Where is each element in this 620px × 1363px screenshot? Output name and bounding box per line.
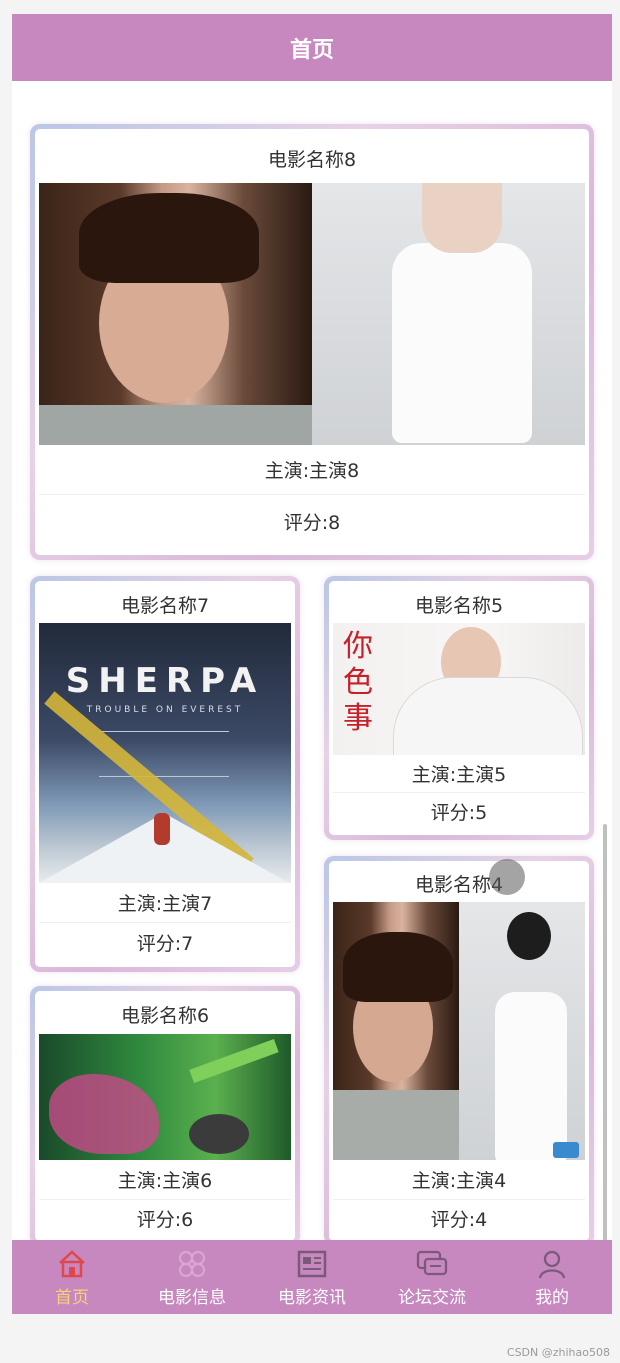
movie-rating: 评分:8 bbox=[283, 511, 341, 534]
tab-home[interactable]: 首页 bbox=[12, 1240, 132, 1314]
page-title: 首页 bbox=[289, 37, 334, 63]
poster-title: SHERPA bbox=[65, 661, 265, 701]
poster-vehicle bbox=[189, 1114, 249, 1155]
tab-movie-info[interactable]: 电影信息 bbox=[132, 1240, 252, 1314]
dress-shape bbox=[495, 992, 567, 1161]
movie-rating: 评分:7 bbox=[136, 932, 194, 955]
movie-title: 电影名称5 bbox=[414, 594, 504, 617]
movie-actor: 主演:主演4 bbox=[333, 1160, 585, 1200]
scarf-shape bbox=[39, 405, 312, 445]
bottom-tab-bar: 首页 电影信息 电影资讯 论坛交流 我的 bbox=[12, 1240, 612, 1314]
poster-calligraphy: 你 色 事 bbox=[343, 629, 373, 736]
watermark: CSDN @zhihao508 bbox=[506, 1346, 610, 1359]
movie-title: 电影名称7 bbox=[120, 594, 210, 617]
movie-title: 电影名称6 bbox=[120, 1005, 210, 1028]
movie-actor: 主演:主演5 bbox=[333, 755, 585, 793]
featured-movie-card[interactable]: 电影名称8 主演:主演8 评分:8 bbox=[30, 124, 594, 560]
movie-poster[interactable] bbox=[333, 902, 585, 1161]
movie-poster[interactable] bbox=[39, 1034, 291, 1161]
poster-dress-panel bbox=[312, 183, 585, 445]
scrollbar-thumb[interactable] bbox=[603, 824, 607, 1284]
movie-actor: 主演:主演7 bbox=[39, 883, 291, 923]
grid-icon bbox=[179, 1250, 205, 1277]
neck-shape bbox=[422, 183, 502, 253]
tab-movie-news[interactable]: 电影资讯 bbox=[252, 1240, 372, 1314]
dress-shape bbox=[392, 243, 532, 443]
news-icon bbox=[297, 1250, 327, 1277]
hair-shape bbox=[507, 912, 551, 961]
home-icon bbox=[59, 1249, 85, 1277]
poster-climber bbox=[154, 813, 170, 845]
app-screen: 首页 电影名称8 主演:主演8 评分:8 电影名称7 SHERPA TROUBL… bbox=[12, 14, 612, 1314]
hair-shape bbox=[343, 932, 453, 1003]
logo-badge bbox=[553, 1142, 579, 1159]
tab-label: 论坛交流 bbox=[398, 1287, 466, 1308]
movie-rating: 评分:6 bbox=[136, 1208, 194, 1231]
tab-label: 电影资讯 bbox=[278, 1287, 346, 1308]
tab-label: 电影信息 bbox=[158, 1287, 226, 1308]
movie-actor: 主演:主演8 bbox=[39, 445, 585, 495]
poster-face-panel bbox=[39, 183, 312, 445]
poster-dress-panel bbox=[459, 902, 585, 1161]
touch-indicator bbox=[489, 859, 525, 895]
poster-shirt bbox=[393, 677, 583, 755]
chat-icon bbox=[416, 1250, 448, 1275]
tab-mine[interactable]: 我的 bbox=[492, 1240, 612, 1314]
user-icon bbox=[538, 1250, 566, 1278]
movie-actor: 主演:主演6 bbox=[39, 1160, 291, 1200]
tab-label: 首页 bbox=[55, 1287, 89, 1308]
movie-poster[interactable] bbox=[39, 183, 585, 445]
tab-forum[interactable]: 论坛交流 bbox=[372, 1240, 492, 1314]
poster-figures bbox=[49, 1074, 159, 1155]
movie-rating: 评分:5 bbox=[430, 801, 488, 824]
movie-title: 电影名称8 bbox=[267, 148, 357, 171]
poster-mantis bbox=[189, 1039, 279, 1084]
movie-poster[interactable]: SHERPA TROUBLE ON EVEREST bbox=[39, 623, 291, 883]
movie-rating: 评分:4 bbox=[430, 1208, 488, 1231]
tab-label: 我的 bbox=[535, 1287, 569, 1308]
movie-card-4[interactable]: 电影名称4 主演:主演4 评分:4 bbox=[324, 856, 594, 1246]
hair-shape bbox=[79, 193, 259, 283]
top-bar: 首页 bbox=[12, 14, 612, 81]
movie-card-6[interactable]: 电影名称6 主演:主演6 评分:6 bbox=[30, 986, 300, 1246]
movie-card-7[interactable]: 电影名称7 SHERPA TROUBLE ON EVEREST 主演:主演7 评… bbox=[30, 576, 300, 972]
poster-face-panel bbox=[333, 902, 459, 1161]
movie-title: 电影名称4 bbox=[414, 874, 504, 897]
movie-poster[interactable]: 你 色 事 bbox=[333, 623, 585, 755]
movie-card-5[interactable]: 电影名称5 你 色 事 主演:主演5 评分:5 bbox=[324, 576, 594, 840]
scarf-shape bbox=[333, 1090, 459, 1161]
